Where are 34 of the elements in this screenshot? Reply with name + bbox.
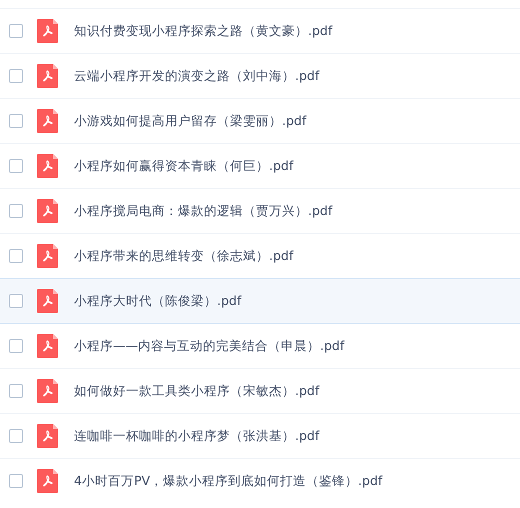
pdf-file-icon [37, 109, 58, 133]
checkbox[interactable] [9, 474, 23, 488]
file-name: 小程序大时代（陈俊梁）.pdf [74, 292, 242, 310]
file-name: 小程序如何赢得资本青睐（何巨）.pdf [74, 158, 294, 174]
pdf-file-icon [37, 424, 58, 448]
pdf-file-icon [37, 289, 58, 313]
checkbox[interactable] [9, 114, 23, 128]
pdf-file-icon [37, 64, 58, 88]
checkbox[interactable] [9, 204, 23, 218]
pdf-file-icon [37, 199, 58, 223]
file-name: 小程序——内容与互动的完美结合（申晨）.pdf [74, 338, 344, 354]
pdf-file-icon [37, 154, 58, 178]
checkbox[interactable] [9, 69, 23, 83]
checkbox[interactable] [9, 24, 23, 38]
file-name: 4小时百万PV，爆款小程序到底如何打造（鉴锋）.pdf [74, 472, 382, 490]
pdf-file-icon [37, 379, 58, 403]
file-name: 如何做好一款工具类小程序（宋敏杰）.pdf [74, 382, 320, 400]
file-name: 小程序搅局电商：爆款的逻辑（贾万兴）.pdf [74, 202, 332, 220]
checkbox[interactable] [9, 339, 23, 353]
file-name: 小程序带来的思维转变（徐志斌）.pdf [74, 248, 294, 264]
checkbox[interactable] [9, 384, 23, 398]
pdf-file-icon [37, 19, 58, 43]
pdf-file-icon [37, 334, 58, 358]
pdf-file-icon [37, 469, 58, 493]
file-name: 小游戏如何提高用户留存（梁雯丽）.pdf [74, 112, 306, 130]
pdf-file-icon [37, 244, 58, 268]
checkbox[interactable] [9, 294, 23, 308]
file-name: 连咖啡一杯咖啡的小程序梦（张洪基）.pdf [74, 428, 320, 444]
checkbox[interactable] [9, 429, 23, 443]
file-name: 云端小程序开发的演变之路（刘中海）.pdf [74, 68, 320, 84]
checkbox[interactable] [9, 249, 23, 263]
file-name: 知识付费变现小程序探索之路（黄文豪）.pdf [74, 22, 332, 40]
file-row[interactable]: 小程序大时代（陈俊梁）.pdf [0, 278, 520, 324]
checkbox[interactable] [9, 159, 23, 173]
